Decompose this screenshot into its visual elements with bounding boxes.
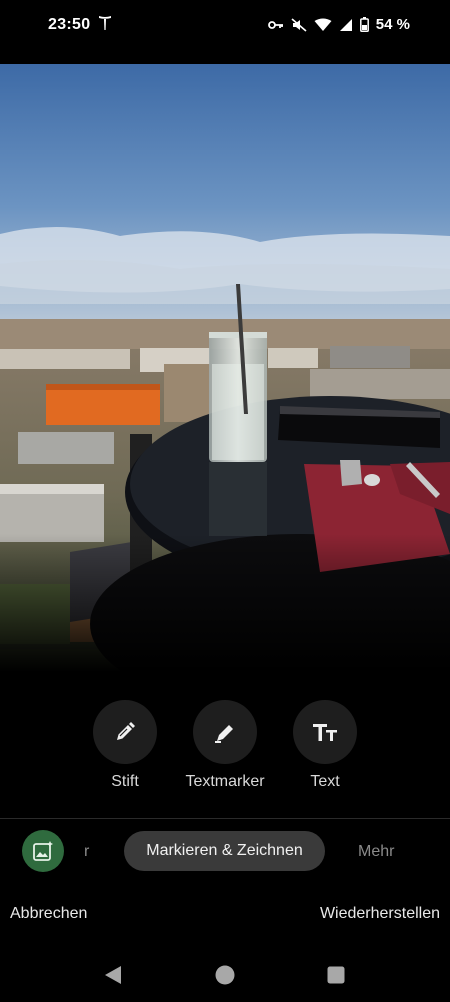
highlighter-tool-label: Textmarker xyxy=(185,773,265,790)
pen-tool-button[interactable]: Stift xyxy=(77,700,173,791)
more-mode-button[interactable]: Mehr xyxy=(358,843,394,861)
cancel-button[interactable]: Abbrechen xyxy=(10,905,87,923)
back-icon[interactable] xyxy=(104,965,122,985)
highlighter-tool-circle[interactable] xyxy=(193,700,257,764)
divider xyxy=(0,818,450,819)
text-tool-label: Text xyxy=(310,773,340,790)
text-tool-button[interactable]: Text xyxy=(277,700,373,791)
status-time: 23:50 xyxy=(48,16,91,33)
tesla-icon xyxy=(99,16,111,30)
mode-left-label[interactable]: r xyxy=(84,843,89,861)
system-nav-bar xyxy=(0,955,450,1002)
text-tool-circle[interactable] xyxy=(293,700,357,764)
status-icons: 54 % xyxy=(267,16,410,33)
battery-text: 54 % xyxy=(375,16,410,33)
highlighter-tool-button[interactable]: Textmarker xyxy=(177,700,273,791)
wifi-icon xyxy=(314,18,332,31)
status-bar: 23:50 54 % xyxy=(0,0,450,52)
pen-tool-label: Stift xyxy=(111,773,139,790)
mode-selector: r Markieren & Zeichnen Mehr xyxy=(0,828,450,876)
image-edit-mode-button[interactable] xyxy=(22,830,64,872)
home-icon[interactable] xyxy=(215,965,235,985)
markup-mode-chip[interactable]: Markieren & Zeichnen xyxy=(124,831,325,871)
pen-icon xyxy=(117,722,135,740)
mute-icon xyxy=(291,17,307,32)
restore-button[interactable]: Wiederherstellen xyxy=(320,905,440,923)
pen-tool-circle[interactable] xyxy=(93,700,157,764)
battery-icon xyxy=(359,17,369,32)
image-sparkle-icon xyxy=(33,841,53,861)
text-icon xyxy=(313,724,337,741)
photo-preview[interactable] xyxy=(0,64,450,672)
key-icon xyxy=(267,20,283,29)
highlighter-icon xyxy=(215,725,233,743)
signal-icon xyxy=(339,18,352,31)
recents-icon[interactable] xyxy=(327,966,345,984)
markup-tools: Stift Textmarker Text xyxy=(0,700,450,800)
